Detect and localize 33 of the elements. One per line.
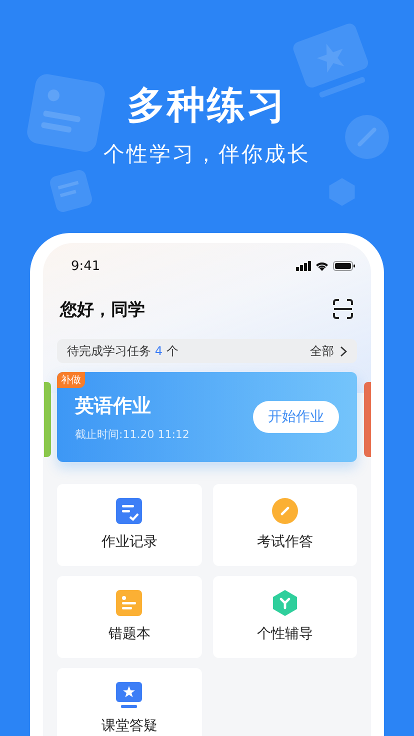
hero-title: 多种练习 bbox=[127, 82, 287, 128]
tile-label: 作业记录 bbox=[101, 533, 158, 551]
star-screen-icon bbox=[116, 682, 142, 708]
feature-tile[interactable]: 考试作答 bbox=[212, 484, 357, 566]
makeup-badge: 补做 bbox=[57, 372, 85, 388]
list-icon bbox=[116, 590, 142, 616]
pencil-circle-decoration bbox=[344, 114, 390, 160]
homework-deadline: 截止时间:11.20 11:12 bbox=[75, 426, 190, 442]
tile-label: 错题本 bbox=[108, 625, 150, 643]
battery-icon bbox=[333, 261, 355, 271]
checklist-icon bbox=[116, 498, 142, 524]
wifi-icon bbox=[315, 261, 329, 271]
tile-label: 考试作答 bbox=[256, 533, 313, 551]
pencil-icon bbox=[272, 498, 298, 524]
feature-tile[interactable]: 作业记录 bbox=[57, 484, 202, 566]
chevron-right-icon bbox=[340, 346, 347, 356]
side-card-edge[interactable] bbox=[364, 382, 371, 457]
hero-subtitle: 个性学习，伴你成长 bbox=[104, 141, 310, 168]
homework-title: 英语作业 bbox=[75, 394, 152, 418]
tile-label: 课堂答疑 bbox=[101, 717, 158, 735]
hexagon-icon bbox=[272, 590, 298, 616]
scan-icon[interactable] bbox=[333, 299, 353, 319]
feature-tile[interactable]: 错题本 bbox=[57, 576, 202, 658]
view-all-link[interactable]: 全部 bbox=[310, 342, 347, 360]
feature-tile[interactable]: 课堂答疑 bbox=[57, 668, 202, 736]
pending-tasks-label: 待完成学习任务 4 个 bbox=[67, 342, 178, 360]
signal-icon bbox=[296, 261, 311, 271]
tile-label: 个性辅导 bbox=[256, 625, 313, 643]
side-card-edge[interactable] bbox=[44, 382, 51, 457]
status-time: 9:41 bbox=[71, 258, 100, 274]
hexagon-decoration bbox=[326, 176, 358, 208]
greeting: 您好，同学 bbox=[60, 298, 145, 320]
feature-tile[interactable]: 个性辅导 bbox=[212, 576, 357, 658]
